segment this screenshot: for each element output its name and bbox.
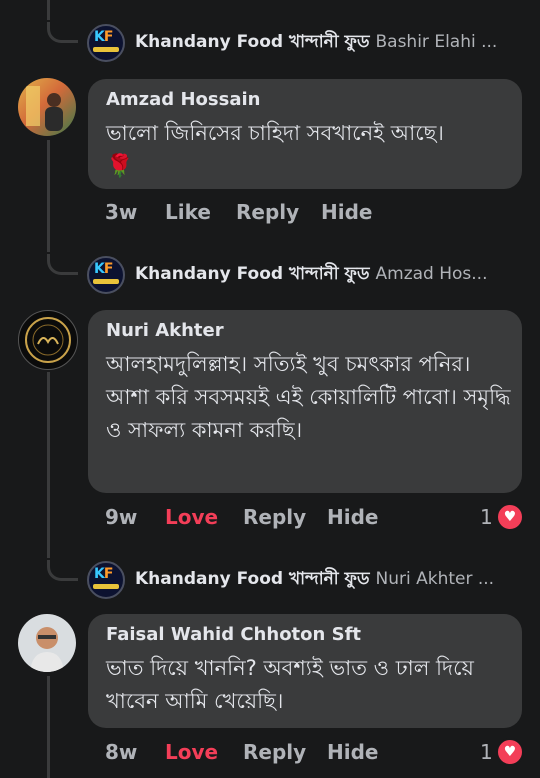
reply-connector — [47, 254, 78, 275]
comment-text: ভালো জিনিসের চাহিদা সবখানেই আছে। 🌹 — [106, 117, 511, 183]
reply-button[interactable]: Reply — [236, 197, 299, 227]
reply-author: Khandany Food খান্দানী ফুড — [135, 264, 370, 284]
heart-icon: ♥ — [496, 503, 524, 531]
rose-emoji: 🌹 — [106, 154, 134, 179]
comment-author[interactable]: Nuri Akhter — [106, 320, 224, 341]
reply-button[interactable]: Reply — [243, 737, 306, 767]
calligraphy-icon — [25, 317, 71, 363]
reply-author: Khandany Food খান্দানী ফুড — [135, 569, 370, 589]
love-button[interactable]: Love — [165, 502, 218, 532]
reply-connector — [47, 22, 78, 43]
comment-time[interactable]: 3w — [105, 197, 137, 227]
avatar[interactable] — [18, 310, 78, 370]
like-button[interactable]: Like — [165, 197, 211, 227]
comment-author[interactable]: Faisal Wahid Chhoton Sft — [106, 624, 361, 645]
khandany-food-logo[interactable]: KF — [87, 561, 125, 599]
reaction-count[interactable]: 1 — [480, 737, 493, 767]
reply-author: Khandany Food খান্দানী ফুড — [135, 32, 370, 52]
love-button[interactable]: Love — [165, 737, 218, 767]
heart-icon: ♥ — [496, 738, 524, 766]
reply-tagged-user: Nuri Akhter ... — [375, 569, 495, 589]
hide-button[interactable]: Hide — [327, 502, 378, 532]
avatar-person-icon — [30, 627, 64, 672]
comment-bubble: Nuri Akhter আলহামদুলিল্লাহ। সত্যিই খুব চ… — [88, 310, 522, 493]
comment-bubble: Amzad Hossain ভালো জিনিসের চাহিদা সবখানে… — [88, 79, 522, 189]
khandany-food-logo[interactable]: KF — [87, 256, 125, 294]
comment-actions: 9w Love Reply Hide — [105, 502, 405, 532]
reply-button[interactable]: Reply — [243, 502, 306, 532]
reply-tagged-user: Bashir Elahi ... — [375, 32, 498, 52]
comment-text: আলহামদুলিল্লাহ। সত্যিই খুব চমৎকার পনির। … — [106, 352, 511, 442]
khandany-food-logo[interactable]: KF — [87, 24, 125, 62]
comment-line: ভালো জিনিসের চাহিদা সবখানেই আছে। — [106, 121, 444, 145]
page-reply-collapsed[interactable]: Khandany Food খান্দানী ফুড Amzad Hos... — [135, 260, 525, 288]
page-reply-collapsed[interactable]: Khandany Food খান্দানী ফুড Nuri Akhter ..… — [135, 565, 525, 593]
comment-author[interactable]: Amzad Hossain — [106, 89, 260, 110]
comment-actions: 3w Like Reply Hide — [105, 197, 405, 227]
comment-bubble: Faisal Wahid Chhoton Sft ভাত দিয়ে খাননি… — [88, 614, 522, 728]
avatar[interactable] — [18, 78, 76, 136]
avatar[interactable] — [18, 614, 76, 672]
reaction-count[interactable]: 1 — [480, 502, 493, 532]
thread-connector — [47, 676, 50, 778]
comment-time[interactable]: 8w — [105, 737, 137, 767]
reply-connector — [47, 560, 78, 581]
comment-text: ভাত দিয়ে খাননি? অবশ্যই ভাত ও ঢাল দিয়ে … — [106, 656, 474, 713]
reply-tagged-user: Amzad Hos... — [375, 264, 488, 284]
page-reply-collapsed[interactable]: Khandany Food খান্দানী ফুড Bashir Elahi .… — [135, 28, 525, 56]
thread-connector — [47, 0, 50, 20]
hide-button[interactable]: Hide — [327, 737, 378, 767]
comment-time[interactable]: 9w — [105, 502, 137, 532]
hide-button[interactable]: Hide — [321, 197, 372, 227]
thread-connector — [47, 372, 50, 558]
avatar-person-icon — [26, 86, 63, 131]
comment-actions: 8w Love Reply Hide — [105, 737, 405, 767]
thread-connector — [47, 140, 50, 252]
